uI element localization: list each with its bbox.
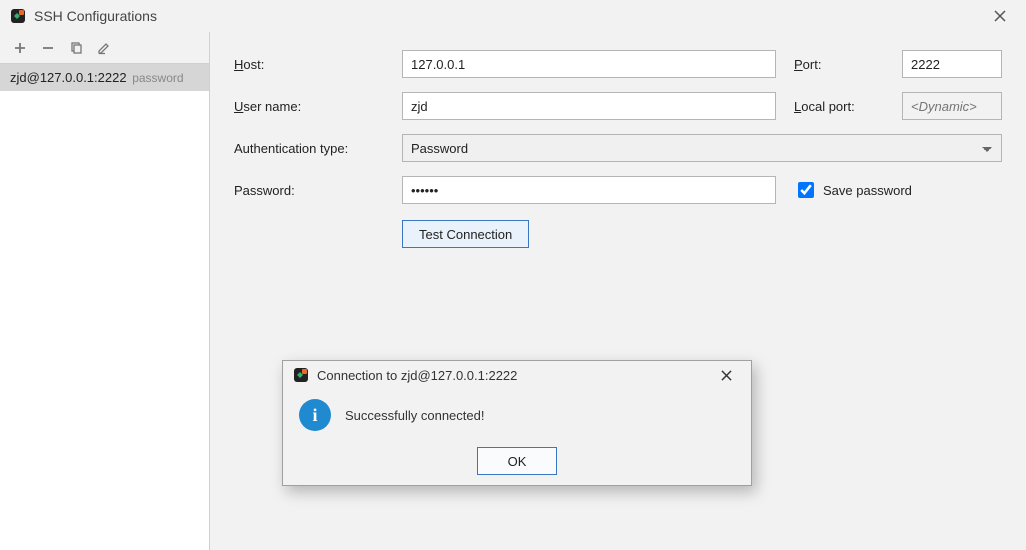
save-password-wrap[interactable]: Save password (794, 179, 1002, 201)
dialog-app-icon (293, 367, 309, 383)
titlebar: SSH Configurations (0, 0, 1026, 32)
test-connection-row: Test Connection (402, 220, 776, 248)
save-password-checkbox[interactable] (798, 182, 814, 198)
user-label: User name: (234, 99, 384, 114)
ok-label: OK (508, 454, 527, 469)
dialog-title: Connection to zjd@127.0.0.1:2222 (317, 368, 721, 383)
form-grid: Host: Port: User name: Local port: Authe… (234, 50, 1002, 248)
localport-input[interactable] (902, 92, 1002, 120)
config-list: zjd@127.0.0.1:2222 password (0, 64, 209, 550)
dialog-close-icon[interactable] (721, 370, 741, 381)
password-label: Password: (234, 183, 384, 198)
dialog-message: Successfully connected! (345, 408, 484, 423)
user-label-text: ser name: (243, 99, 301, 114)
copy-icon[interactable] (64, 36, 88, 60)
config-item-label: zjd@127.0.0.1:2222 (10, 70, 127, 85)
dialog-body: i Successfully connected! (283, 389, 751, 437)
remove-icon[interactable] (36, 36, 60, 60)
dialog-titlebar: Connection to zjd@127.0.0.1:2222 (283, 361, 751, 389)
app-icon (10, 8, 26, 24)
close-icon[interactable] (984, 2, 1016, 30)
add-icon[interactable] (8, 36, 32, 60)
localport-label: Local port: (794, 99, 884, 114)
config-item-sublabel: password (132, 71, 183, 85)
ssh-config-window: SSH Configurations (0, 0, 1026, 550)
localport-label-text: ocal port: (801, 99, 854, 114)
sidebar: zjd@127.0.0.1:2222 password (0, 32, 210, 550)
sidebar-toolbar (0, 32, 209, 64)
config-item-selected[interactable]: zjd@127.0.0.1:2222 password (0, 64, 209, 91)
port-label: Port: (794, 57, 884, 72)
ok-button[interactable]: OK (477, 447, 557, 475)
test-connection-label: Test Connection (419, 227, 512, 242)
host-label-text: ost: (243, 57, 264, 72)
dialog-footer: OK (283, 437, 751, 485)
window-title: SSH Configurations (34, 8, 984, 24)
port-label-text: ort: (803, 57, 822, 72)
connection-result-dialog: Connection to zjd@127.0.0.1:2222 i Succe… (282, 360, 752, 486)
auth-type-select[interactable]: Password (402, 134, 1002, 162)
test-connection-button[interactable]: Test Connection (402, 220, 529, 248)
info-icon: i (299, 399, 331, 431)
port-input[interactable] (902, 50, 1002, 78)
auth-label: Authentication type: (234, 141, 384, 156)
edit-icon[interactable] (92, 36, 116, 60)
save-password-label: Save password (823, 183, 912, 198)
password-input[interactable] (402, 176, 776, 204)
user-input[interactable] (402, 92, 776, 120)
host-input[interactable] (402, 50, 776, 78)
host-label: Host: (234, 57, 384, 72)
